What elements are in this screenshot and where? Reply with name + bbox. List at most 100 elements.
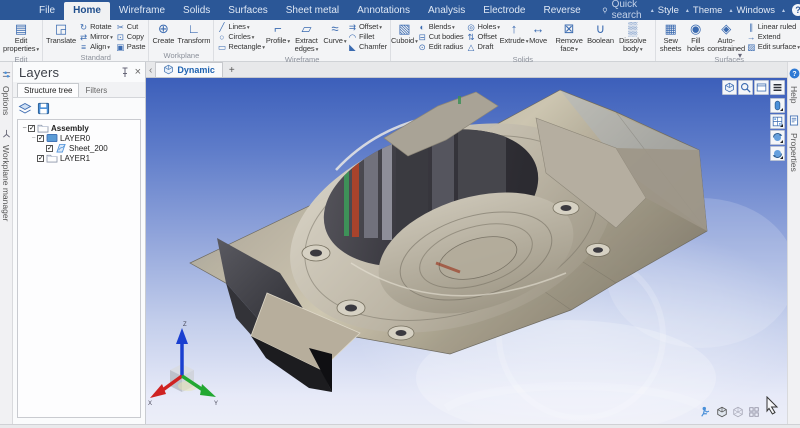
curve-button[interactable]: ≈Curve▾ <box>324 22 346 45</box>
menu-windows[interactable]: Windows <box>736 5 775 16</box>
window-options-icon[interactable] <box>754 80 769 95</box>
view-menu-icon[interactable] <box>770 80 785 95</box>
remove-face-button[interactable]: ⊠Remove face▾ <box>550 22 588 54</box>
menu-style[interactable]: Style <box>658 5 679 16</box>
tree-item-assembly[interactable]: −✓Assembly <box>18 123 140 133</box>
new-tab-button[interactable]: + <box>223 65 241 77</box>
paste-button[interactable]: ▣Paste <box>115 42 147 52</box>
shaded-view-icon[interactable] <box>714 404 729 419</box>
create-workplane-button[interactable]: ⊕Create <box>151 22 175 45</box>
transform-workplane-button[interactable]: ∟Transform <box>176 22 211 45</box>
tab-electrode[interactable]: Electrode <box>474 2 534 20</box>
boolean-button[interactable]: ∪Boolean <box>589 22 612 45</box>
tab-annotations[interactable]: Annotations <box>348 2 419 20</box>
extrude-button[interactable]: ↑Extrude▾ <box>502 22 526 45</box>
tab-wireframe[interactable]: Wireframe <box>110 2 174 20</box>
tab-filters[interactable]: Filters <box>79 84 113 97</box>
chamfer-button[interactable]: ◣Chamfer <box>347 42 388 52</box>
tab-dynamic[interactable]: Dynamic <box>155 62 223 77</box>
offset-solid-button[interactable]: ⇅Offset <box>466 32 501 42</box>
tree-item-layer0[interactable]: −✓LAYER0 <box>18 133 140 143</box>
draft-label: Draft <box>478 43 494 51</box>
circles-button[interactable]: ○Circles▾ <box>216 32 266 42</box>
tree-item-layer1[interactable]: ✓LAYER1 <box>18 153 140 163</box>
dock-tab-help[interactable]: ?Help <box>789 66 800 103</box>
group-label-standard: Standard <box>45 52 146 63</box>
tab-reverse[interactable]: Reverse <box>534 2 589 20</box>
properties-icon <box>789 113 799 131</box>
checkbox-checked-icon[interactable]: ✓ <box>28 125 35 132</box>
view-toolbar-top <box>722 80 785 95</box>
blends-button[interactable]: ◐Blends▾ <box>417 22 465 32</box>
grid-snap-icon[interactable] <box>770 114 785 129</box>
rectangle-button[interactable]: ▭Rectangle▾ <box>216 42 266 52</box>
ribbon-group-workplane: ⊕Create∟TransformWorkplane <box>149 20 214 61</box>
expander-icon[interactable]: − <box>21 125 28 132</box>
fillet-button[interactable]: ◠Fillet <box>347 32 388 42</box>
translate-button[interactable]: ◲Translate <box>45 22 77 45</box>
tab-scroll-left-icon[interactable]: ‹ <box>146 65 155 77</box>
transform-label: Transform <box>177 37 210 45</box>
auto-constrained-button[interactable]: ◈Auto-constrained <box>708 22 745 54</box>
tree-item-sheet-200[interactable]: ✓Sheet_200 <box>18 143 140 153</box>
tab-analysis[interactable]: Analysis <box>419 2 474 20</box>
collapse-ribbon-chevron-icon[interactable]: ▾ <box>738 51 742 60</box>
save-layers-icon[interactable] <box>37 102 50 115</box>
checkbox-checked-icon[interactable]: ✓ <box>37 135 44 142</box>
offset-wireframe-button[interactable]: ⇉Offset▾ <box>347 22 388 32</box>
menu-theme[interactable]: Theme <box>693 5 723 16</box>
layers-stack-icon[interactable] <box>18 102 32 115</box>
fill-holes-button[interactable]: ◉Fill holes <box>685 22 707 54</box>
walkthrough-icon[interactable] <box>698 404 713 419</box>
dock-tab-options[interactable]: Options <box>1 66 11 115</box>
edit-surface-button[interactable]: ▨Edit surface▾ <box>746 42 800 52</box>
viewport-3d[interactable]: Z X Y <box>146 78 787 424</box>
orbit-view-icon[interactable] <box>770 130 785 145</box>
tab-surfaces[interactable]: Surfaces <box>219 2 276 20</box>
quick-search[interactable]: Quick search <box>602 0 646 20</box>
tab-solids[interactable]: Solids <box>174 2 219 20</box>
wireframe-view-icon[interactable] <box>730 404 745 419</box>
profile-button[interactable]: ⌐Profile▾ <box>267 22 289 45</box>
tab-file[interactable]: File <box>30 2 64 20</box>
lines-button[interactable]: ╱Lines▾ <box>216 22 266 32</box>
dock-tab-properties[interactable]: Properties <box>789 113 799 172</box>
zoom-window-icon[interactable] <box>738 80 753 95</box>
dropdown-marker-icon: ▴ <box>729 7 732 14</box>
tab-home[interactable]: Home <box>64 2 110 20</box>
mirror-button[interactable]: ⇄Mirror▾ <box>78 32 114 42</box>
expander-icon[interactable]: − <box>30 135 37 142</box>
rotate-button[interactable]: ↻Rotate <box>78 22 114 32</box>
cad-model[interactable]: Z X Y <box>146 78 787 424</box>
edit-properties-button[interactable]: ▤Edit properties▾ <box>2 22 40 54</box>
iso-view-icon[interactable] <box>770 98 785 113</box>
linear-ruled-button[interactable]: ∥Linear ruled <box>746 22 800 32</box>
pin-icon[interactable] <box>120 67 130 78</box>
checkbox-checked-icon[interactable]: ✓ <box>46 145 53 152</box>
tab-structure-tree[interactable]: Structure tree <box>17 83 79 97</box>
tab-sheet-metal[interactable]: Sheet metal <box>277 2 348 20</box>
cut-button[interactable]: ✂Cut <box>115 22 147 32</box>
align-button[interactable]: ≡Align▾ <box>78 42 114 52</box>
view-cube-icon[interactable] <box>722 80 737 95</box>
holes-button[interactable]: ◎Holes▾ <box>466 22 501 32</box>
multi-window-icon[interactable] <box>746 404 761 419</box>
help-circle-icon[interactable]: ? <box>792 4 800 16</box>
ribbon-group-solids: ▧Cuboid▾◐Blends▾⊟Cut bodies⊙Edit radius◎… <box>391 20 656 61</box>
copy-button[interactable]: ⊡Copy <box>115 32 147 42</box>
edit-radius-button[interactable]: ⊙Edit radius <box>417 42 465 52</box>
axis-z-label: Z <box>183 322 187 328</box>
extract-edges-button[interactable]: ▱Extract edges▾ <box>290 22 323 54</box>
dissolve-body-button[interactable]: ▒Dissolve body▾ <box>613 22 653 54</box>
button-icon: ↻ <box>79 23 88 32</box>
extend-button[interactable]: →Extend <box>746 32 800 42</box>
spin-view-icon[interactable] <box>770 146 785 161</box>
close-icon[interactable]: × <box>135 67 141 78</box>
draft-button[interactable]: △Draft <box>466 42 501 52</box>
cuboid-button[interactable]: ▧Cuboid▾ <box>393 22 416 45</box>
checkbox-checked-icon[interactable]: ✓ <box>37 155 44 162</box>
dock-tab-workplane-manager[interactable]: Workplane manager <box>1 125 11 221</box>
move-button[interactable]: ↔Move <box>527 22 549 45</box>
cut-bodies-button[interactable]: ⊟Cut bodies <box>417 32 465 42</box>
sew-sheets-button[interactable]: ▦Sew sheets <box>658 22 684 54</box>
